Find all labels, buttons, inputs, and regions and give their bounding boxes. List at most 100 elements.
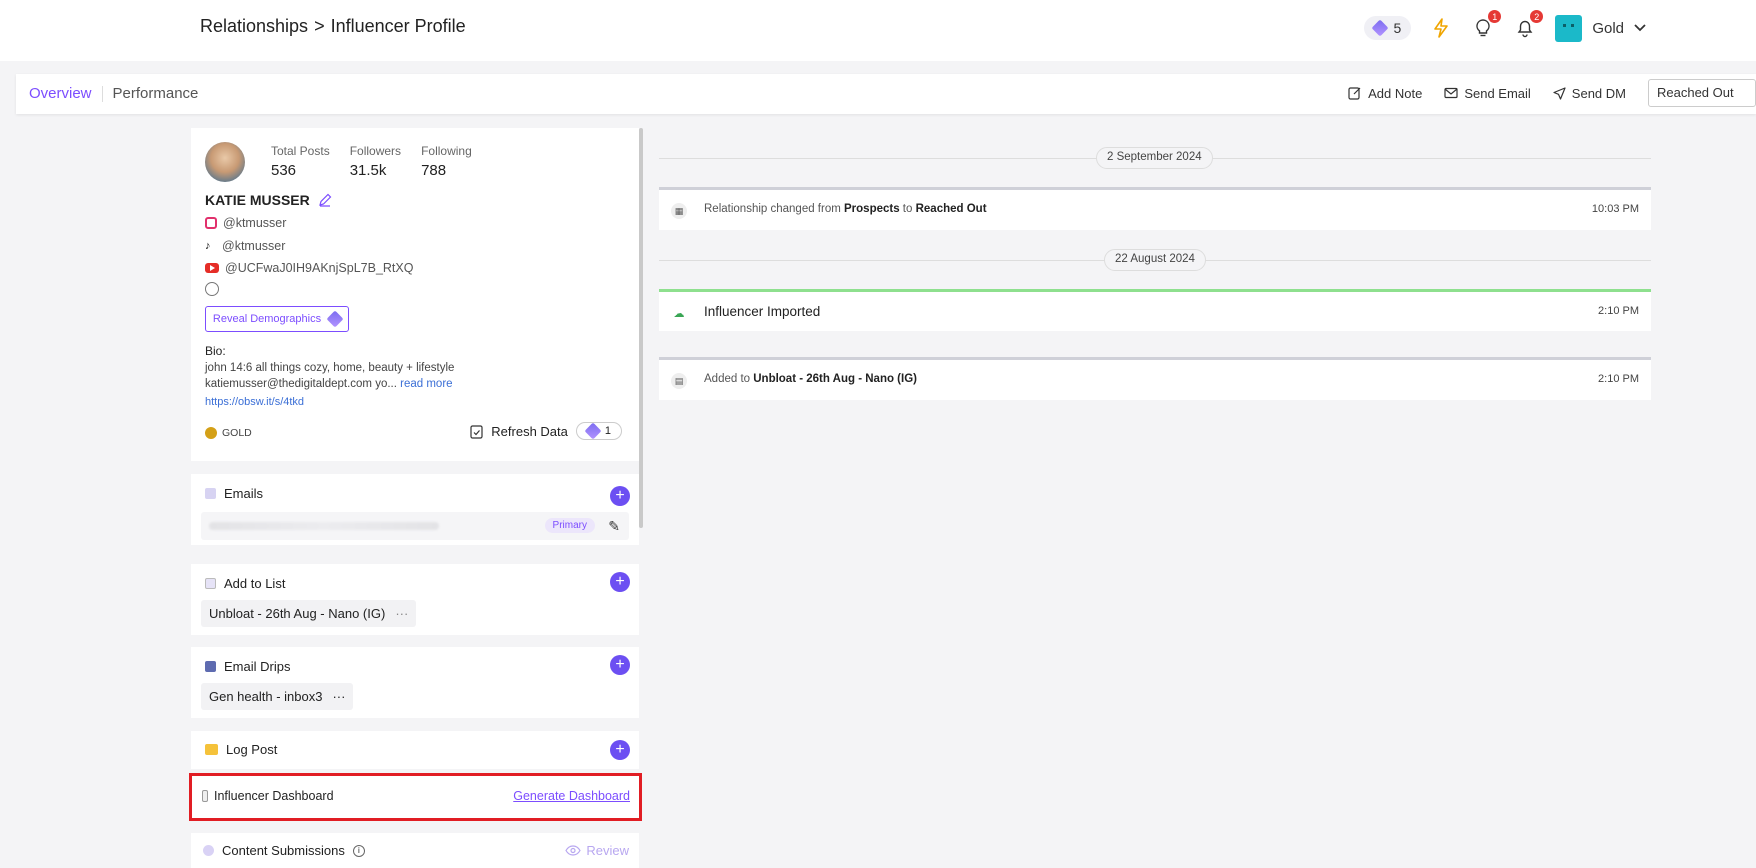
edit-email-icon[interactable]: ✎ bbox=[608, 518, 620, 535]
bio-line: john 14:6 all things cozy, home, beauty … bbox=[205, 362, 455, 374]
timeline-event-imported: ☁ Influencer Imported 2:10 PM bbox=[659, 289, 1651, 331]
breadcrumb-relationships[interactable]: Relationships bbox=[200, 16, 308, 37]
credits-counter[interactable]: 5 bbox=[1363, 16, 1412, 40]
info-icon[interactable]: i bbox=[352, 844, 365, 857]
lightning-button[interactable] bbox=[1429, 16, 1453, 40]
date-separator: 2 September 2024 bbox=[659, 147, 1651, 169]
profile-card: Total Posts 536 Followers 31.5k Followin… bbox=[191, 128, 639, 461]
gem-icon bbox=[326, 310, 344, 328]
cloud-upload-icon: ☁ bbox=[671, 305, 687, 321]
refresh-data: Refresh Data 1 bbox=[470, 422, 622, 440]
emails-section: Emails + Primary ✎ bbox=[191, 474, 639, 545]
tab-performance[interactable]: Performance bbox=[113, 85, 199, 102]
relationship-status-select[interactable]: Reached Out bbox=[1648, 79, 1756, 107]
tips-badge: 1 bbox=[1488, 10, 1502, 23]
event-text-mid: to bbox=[899, 203, 916, 215]
tips-button[interactable]: 1 bbox=[1471, 10, 1502, 40]
globe-icon[interactable] bbox=[205, 282, 219, 296]
profile-sidebar: Total Posts 536 Followers 31.5k Followin… bbox=[189, 128, 642, 868]
send-icon bbox=[1553, 86, 1566, 100]
generate-dashboard-link[interactable]: Generate Dashboard bbox=[513, 789, 630, 803]
emails-header: Emails bbox=[205, 486, 263, 501]
event-time: 10:03 PM bbox=[1591, 203, 1639, 215]
tiktok-handle-text: @ktmusser bbox=[222, 238, 286, 253]
instagram-handle-text: @ktmusser bbox=[223, 216, 287, 231]
primary-badge: Primary bbox=[544, 518, 595, 533]
credits-count: 5 bbox=[1393, 20, 1402, 36]
more-options-icon[interactable]: ··· bbox=[332, 689, 345, 704]
breadcrumb: Relationships > Influencer Profile bbox=[200, 16, 466, 37]
chevron-down-icon bbox=[1634, 24, 1646, 32]
profile-photo bbox=[205, 142, 245, 182]
header-tools: 5 1 2 Gold bbox=[1363, 10, 1646, 44]
dashboard-icon bbox=[202, 790, 208, 802]
timeline-event-added-to-list: ▤ Added to Unbloat - 26th Aug - Nano (IG… bbox=[659, 357, 1651, 400]
stat-followers: Followers 31.5k bbox=[350, 144, 401, 179]
add-email-button[interactable]: + bbox=[610, 486, 630, 506]
bio-text: john 14:6 all things cozy, home, beauty … bbox=[205, 360, 625, 392]
youtube-handle[interactable]: @UCFwaJ0IH9AKnjSpL7B_RtXQ bbox=[205, 257, 413, 280]
log-post-section: Log Post + bbox=[191, 731, 639, 769]
bio-url-link[interactable]: https://obsw.it/s/4tkd bbox=[205, 396, 304, 408]
log-post-title: Log Post bbox=[226, 742, 278, 757]
list-chip[interactable]: Unbloat - 26th Aug - Nano (IG) ··· bbox=[201, 600, 417, 627]
profile-actions: Add Note Send Email Send DM Reached Out bbox=[1348, 79, 1756, 107]
add-to-list-button[interactable]: + bbox=[610, 572, 630, 592]
tab-list: Overview Performance bbox=[29, 85, 198, 102]
event-text: Added to Unbloat - 26th Aug - Nano (IG) bbox=[704, 373, 917, 385]
add-to-list-header: Add to List bbox=[205, 576, 285, 591]
log-post-add-button[interactable]: + bbox=[610, 740, 630, 760]
stat-label: Total Posts bbox=[271, 144, 330, 158]
stat-label: Following bbox=[421, 144, 472, 158]
content-submissions-header: Content Submissions i bbox=[203, 843, 365, 858]
gem-icon bbox=[1371, 19, 1389, 37]
more-options-icon[interactable]: ··· bbox=[395, 606, 408, 621]
timeline-event-status-change: ▦ Relationship changed from Prospects to… bbox=[659, 187, 1651, 230]
event-to-status: Reached Out bbox=[915, 203, 987, 215]
tiktok-handle[interactable]: ♪ @ktmusser bbox=[205, 235, 413, 258]
refresh-data-button[interactable]: Refresh Data bbox=[491, 424, 568, 439]
add-note-button[interactable]: Add Note bbox=[1348, 86, 1422, 101]
event-text-prefix: Relationship changed from bbox=[704, 203, 844, 215]
refresh-cost: 1 bbox=[604, 425, 611, 437]
add-drip-button[interactable]: + bbox=[610, 655, 630, 675]
send-dm-label: Send DM bbox=[1571, 85, 1626, 101]
redacted-email bbox=[209, 522, 439, 530]
influencer-dashboard-section: Influencer Dashboard Generate Dashboard bbox=[189, 773, 642, 821]
email-drips-section: Email Drips + Gen health - inbox3 ··· bbox=[191, 647, 639, 718]
instagram-handle[interactable]: @ktmusser bbox=[205, 212, 413, 235]
drip-chip[interactable]: Gen health - inbox3 ··· bbox=[201, 683, 354, 710]
tab-overview[interactable]: Overview bbox=[29, 85, 92, 102]
dashboard-title: Influencer Dashboard bbox=[214, 789, 334, 803]
add-to-list-title: Add to List bbox=[224, 576, 286, 591]
account-menu[interactable]: Gold bbox=[1555, 14, 1646, 42]
notifications-button[interactable]: 2 bbox=[1513, 10, 1544, 40]
influencer-name: KATIE MUSSER bbox=[205, 192, 310, 208]
read-more-link[interactable]: read more bbox=[400, 378, 452, 390]
event-text: Influencer Imported bbox=[704, 304, 821, 319]
content-submissions-title: Content Submissions bbox=[222, 843, 345, 858]
stat-value: 31.5k bbox=[349, 162, 387, 179]
tab-divider bbox=[101, 85, 103, 102]
eye-icon bbox=[565, 845, 582, 856]
stat-following: Following 788 bbox=[421, 144, 472, 179]
drip-chip-label: Gen health - inbox3 bbox=[209, 689, 323, 704]
reveal-demographics-button[interactable]: Reveal Demographics bbox=[205, 306, 349, 332]
send-dm-button[interactable]: Send DM bbox=[1553, 86, 1626, 101]
edit-pencil-icon[interactable] bbox=[318, 193, 332, 207]
review-button[interactable]: Review bbox=[565, 843, 629, 858]
send-email-label: Send Email bbox=[1464, 85, 1531, 101]
influencer-name-row: KATIE MUSSER bbox=[205, 192, 332, 208]
send-email-button[interactable]: Send Email bbox=[1444, 85, 1531, 101]
date-pill: 22 August 2024 bbox=[1104, 249, 1206, 271]
tier-label: GOLD bbox=[222, 427, 252, 439]
tiktok-icon: ♪ bbox=[205, 239, 211, 252]
gem-icon bbox=[584, 422, 602, 440]
sidebar-scrollbar[interactable] bbox=[639, 128, 643, 528]
date-pill: 2 September 2024 bbox=[1096, 147, 1213, 169]
bio-line-2: katiemusser@thedigitaldept.com yo... rea… bbox=[205, 376, 625, 392]
avatar bbox=[1555, 14, 1583, 42]
bio-line: katiemusser@thedigitaldept.com yo... bbox=[205, 378, 397, 390]
date-separator: 22 August 2024 bbox=[659, 249, 1651, 271]
grid-icon: ▦ bbox=[671, 203, 687, 219]
